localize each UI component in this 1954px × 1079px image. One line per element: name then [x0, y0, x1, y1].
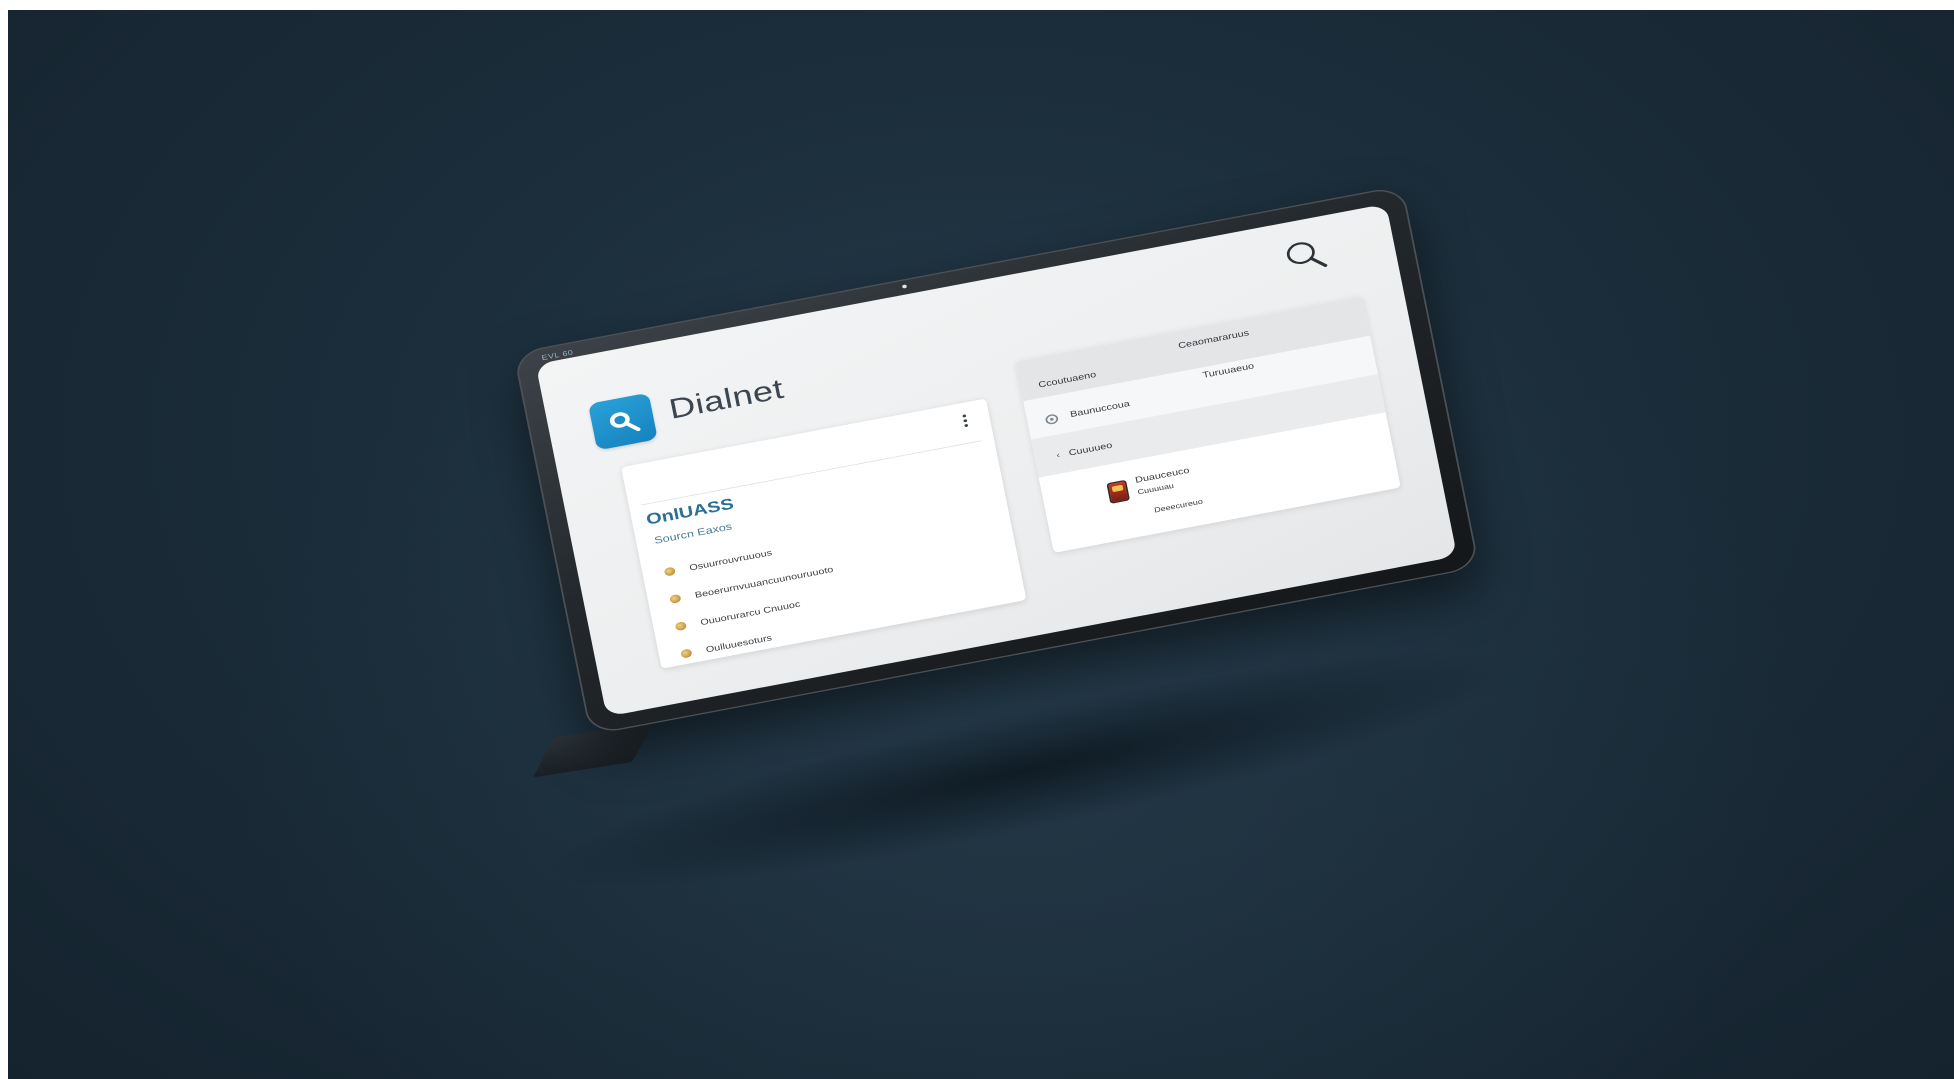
background-scene: EVL 60 Dialnet OnlUASS Sourcn Eaxos Osuu… — [8, 10, 1954, 1079]
results-card: OnlUASS Sourcn Eaxos Osuurrouvruuous Beo… — [621, 398, 1027, 669]
more-vertical-icon[interactable] — [959, 412, 972, 434]
tablet-wrapper: EVL 60 Dialnet OnlUASS Sourcn Eaxos Osuu… — [8, 10, 1954, 1079]
bullet-icon — [669, 593, 682, 604]
app-logo — [587, 392, 658, 451]
row-footer: Deeecureuo — [1153, 497, 1204, 515]
row-subtitle: Cuuuuau — [1137, 482, 1175, 497]
bullet-icon — [663, 566, 676, 577]
search-button[interactable] — [1279, 234, 1332, 278]
camera-dot — [901, 284, 908, 289]
tablet: EVL 60 Dialnet OnlUASS Sourcn Eaxos Osuu… — [513, 185, 1480, 736]
app-name: Dialnet — [666, 373, 787, 425]
detail-card: Ccoutuaeno Ceaomararuus Baunuccoua Turuu… — [1015, 296, 1401, 553]
radio-icon[interactable] — [1044, 413, 1060, 426]
header-right-label: Ceaomararuus — [1177, 327, 1250, 351]
search-icon — [1286, 242, 1328, 267]
tablet-bezel: EVL 60 Dialnet OnlUASS Sourcn Eaxos Osuu… — [513, 185, 1480, 736]
book-thumbnail-icon — [1106, 479, 1131, 504]
bullet-icon — [680, 648, 693, 659]
card-divider — [641, 440, 982, 506]
tablet-screen: Dialnet OnlUASS Sourcn Eaxos Osuurrouvru… — [535, 203, 1458, 717]
chevron-left-icon: ‹ — [1055, 449, 1061, 461]
list-item-label: Oulluuesoturs — [704, 632, 773, 655]
bullet-icon — [674, 621, 688, 632]
row-title: Duauceuco — [1134, 465, 1191, 485]
header-left-label: Ccoutuaeno — [1037, 369, 1097, 390]
logo-search-icon — [609, 412, 641, 432]
row-left-label: Cuuuueo — [1067, 439, 1114, 458]
row-left-label: Baunuccoua — [1069, 398, 1131, 420]
